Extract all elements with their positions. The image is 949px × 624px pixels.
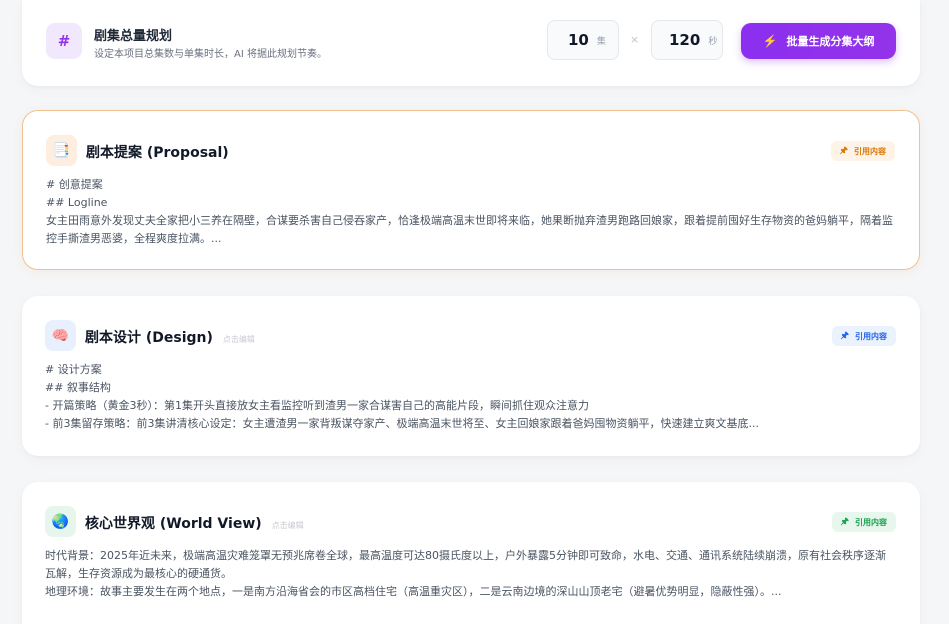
pin-icon: 🖈 <box>840 517 849 527</box>
episode-duration-value: 120 <box>669 31 701 49</box>
episode-duration-input[interactable]: 120 秒 <box>651 20 723 60</box>
section-title: 剧本设计 (Design) 点击编辑 <box>85 327 255 347</box>
reference-content-badge[interactable]: 🖈 引用内容 <box>831 326 896 346</box>
section-title: 核心世界观 (World View) 点击编辑 <box>85 513 304 533</box>
content-line: 地理环境：故事主要发生在两个地点，一是南方沿海省会的市区高档住宅（高温重灾区），… <box>45 585 782 598</box>
globe-icon: 🌏 <box>45 506 76 537</box>
section-title-text: 核心世界观 (World View) <box>85 516 262 532</box>
duration-unit-label: 秒 <box>708 36 718 47</box>
episode-count-input[interactable]: 10 集 <box>547 20 619 60</box>
multiply-sign: × <box>630 33 640 46</box>
design-section-card[interactable]: 🧠 剧本设计 (Design) 点击编辑 🖈 引用内容 # 设计方案 ## 叙事结… <box>22 296 920 456</box>
reference-badge-label: 引用内容 <box>854 146 886 156</box>
pin-icon: 🖈 <box>839 146 848 156</box>
reference-badge-label: 引用内容 <box>855 517 887 527</box>
click-to-edit-hint[interactable]: 点击编辑 <box>272 521 304 530</box>
reference-badge-label: 引用内容 <box>855 331 887 341</box>
click-to-edit-hint[interactable]: 点击编辑 <box>223 335 255 344</box>
content-line: - 开篇策略（黄金3秒）：第1集开头直接放女主看监控听到渣男一家合谋害自己的高能… <box>45 399 589 412</box>
section-title: 剧本提案 (Proposal) <box>86 145 229 161</box>
pin-icon: 🖈 <box>840 331 849 341</box>
section-title-text: 剧本设计 (Design) <box>85 330 213 346</box>
batch-generate-outline-button[interactable]: ⚡ 批量生成分集大纲 <box>741 23 896 59</box>
document-icon: 📑 <box>46 135 77 166</box>
episode-count-value: 10 <box>568 31 589 49</box>
content-line: ## Logline <box>46 196 108 209</box>
reference-content-badge[interactable]: 🖈 引用内容 <box>830 141 895 161</box>
content-line: # 设计方案 <box>45 363 102 376</box>
episode-plan-card: # 剧集总量规划 设定本项目总集数与单集时长，AI 将据此规划节奏。 10 集 … <box>22 0 920 86</box>
reference-content-badge[interactable]: 🖈 引用内容 <box>831 512 896 532</box>
content-line: - 前3集留存策略：前3集讲清核心设定：女主遭渣男一家背叛谋夺家产、极端高温末世… <box>45 417 759 430</box>
content-line: ## 叙事结构 <box>45 381 111 394</box>
proposal-section-card[interactable]: 📑 剧本提案 (Proposal) 🖈 引用内容 # 创意提案 ## Logli… <box>22 110 920 270</box>
episode-unit-label: 集 <box>596 36 606 47</box>
section-content: # 设计方案 ## 叙事结构 - 开篇策略（黄金3秒）：第1集开头直接放女主看监… <box>45 361 895 433</box>
content-line: 时代背景：2025年近未来，极端高温灾难笼罩无预兆席卷全球，最高温度可达80摄氏… <box>45 549 886 580</box>
hash-icon: # <box>46 23 82 59</box>
section-content: 时代背景：2025年近未来，极端高温灾难笼罩无预兆席卷全球，最高温度可达80摄氏… <box>45 547 895 601</box>
content-line: 女主田雨意外发现丈夫全家把小三养在隔壁，合谋要杀害自己侵吞家产，恰逢极端高温末世… <box>46 214 893 245</box>
plan-subtitle: 设定本项目总集数与单集时长，AI 将据此规划节奏。 <box>94 49 327 60</box>
worldview-section-card[interactable]: 🌏 核心世界观 (World View) 点击编辑 🖈 引用内容 时代背景：202… <box>22 482 920 624</box>
lightning-icon: ⚡ <box>762 34 778 48</box>
section-content: # 创意提案 ## Logline 女主田雨意外发现丈夫全家把小三养在隔壁，合谋… <box>46 176 896 248</box>
plan-title: 剧集总量规划 <box>94 29 173 44</box>
brain-icon: 🧠 <box>45 320 76 351</box>
batch-generate-label: 批量生成分集大纲 <box>786 36 875 48</box>
content-line: # 创意提案 <box>46 178 103 191</box>
